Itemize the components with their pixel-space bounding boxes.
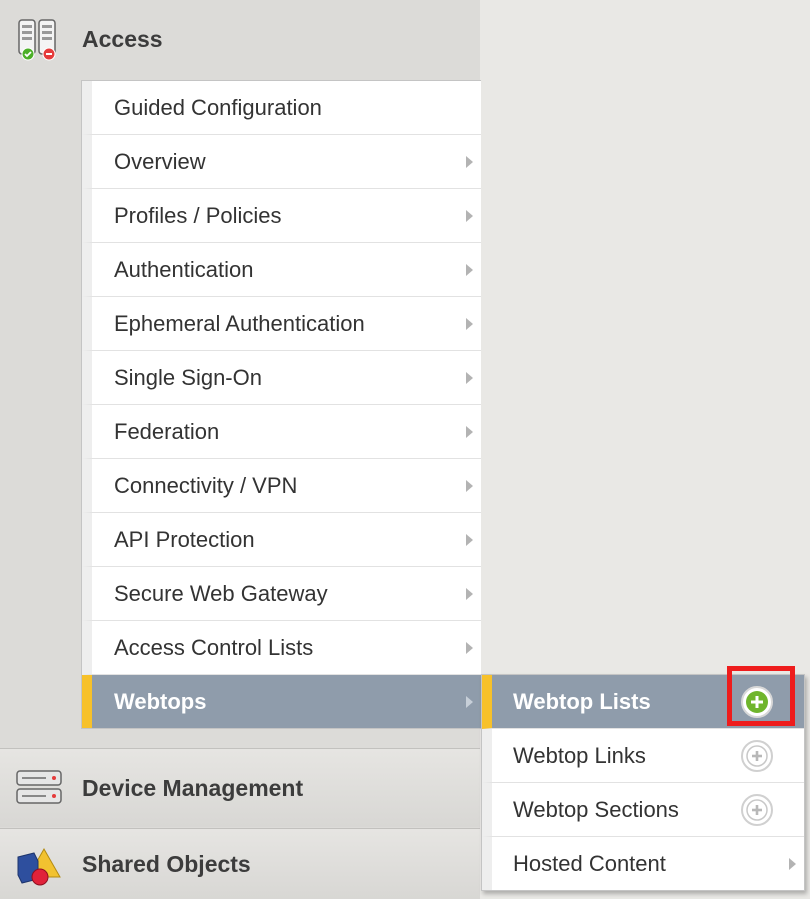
menu-item-secure-web-gateway[interactable]: Secure Web Gateway <box>82 567 481 621</box>
menu-item-ephemeral-authentication[interactable]: Ephemeral Authentication <box>82 297 481 351</box>
submenu-item-label: Webtop Links <box>513 742 646 768</box>
submenu-item-hosted-content[interactable]: Hosted Content <box>482 837 804 890</box>
section-access-label: Access <box>82 25 163 52</box>
menu-item-label: Secure Web Gateway <box>114 580 328 606</box>
menu-item-connectivity-vpn[interactable]: Connectivity / VPN <box>82 459 481 513</box>
menu-item-label: API Protection <box>114 526 255 552</box>
menu-item-label: Connectivity / VPN <box>114 472 298 498</box>
submenu-item-label: Webtop Sections <box>513 796 679 822</box>
menu-item-label: Webtops <box>114 688 207 714</box>
shared-objects-icon <box>17 847 61 886</box>
chevron-right-icon <box>466 371 473 384</box>
section-access[interactable]: Access <box>0 0 480 78</box>
submenu-item-webtop-sections[interactable]: Webtop Sections <box>482 783 804 837</box>
chevron-right-icon <box>466 479 473 492</box>
chevron-right-icon <box>466 641 473 654</box>
chevron-right-icon <box>466 587 473 600</box>
menu-item-label: Federation <box>114 418 220 444</box>
menu-item-api-protection[interactable]: API Protection <box>82 513 481 567</box>
menu-item-label: Ephemeral Authentication <box>114 310 365 336</box>
chevron-right-icon <box>466 695 473 708</box>
device-management-icon <box>16 770 62 804</box>
sidebar: Access Guided Configuration Overview Pro… <box>0 0 481 899</box>
submenu-item-webtop-lists[interactable]: Webtop Lists <box>482 666 804 729</box>
submenu-item-label: Webtop Lists <box>513 688 651 714</box>
chevron-right-icon <box>789 857 796 870</box>
menu-item-label: Single Sign-On <box>114 364 262 390</box>
chevron-right-icon <box>466 533 473 546</box>
chevron-right-icon <box>466 263 473 276</box>
webtops-submenu: Webtop Lists Webtop Links Webtop Section… <box>481 666 805 891</box>
submenu-item-label: Hosted Content <box>513 850 666 876</box>
chevron-right-icon <box>466 209 473 222</box>
menu-item-profiles-policies[interactable]: Profiles / Policies <box>82 189 481 243</box>
menu-item-label: Overview <box>114 148 206 174</box>
menu-item-label: Profiles / Policies <box>114 202 282 228</box>
add-icon[interactable] <box>740 685 774 719</box>
chevron-right-icon <box>466 155 473 168</box>
chevron-right-icon <box>466 317 473 330</box>
menu-item-single-sign-on[interactable]: Single Sign-On <box>82 351 481 405</box>
add-icon[interactable] <box>740 793 774 827</box>
menu-item-authentication[interactable]: Authentication <box>82 243 481 297</box>
menu-item-federation[interactable]: Federation <box>82 405 481 459</box>
section-shared-objects[interactable]: Shared Objects <box>0 828 480 899</box>
section-shared-objects-label: Shared Objects <box>82 850 251 877</box>
menu-item-webtops[interactable]: Webtops <box>82 675 481 728</box>
access-icon <box>18 19 56 61</box>
section-device-management[interactable]: Device Management <box>0 748 480 827</box>
menu-item-label: Access Control Lists <box>114 634 314 660</box>
section-device-management-label: Device Management <box>82 774 304 801</box>
access-menu: Guided Configuration Overview Profiles /… <box>81 80 481 729</box>
menu-item-label: Guided Configuration <box>114 94 322 120</box>
menu-item-guided-configuration[interactable]: Guided Configuration <box>82 81 481 135</box>
menu-item-access-control-lists[interactable]: Access Control Lists <box>82 621 481 675</box>
add-icon[interactable] <box>740 739 774 773</box>
submenu-item-webtop-links[interactable]: Webtop Links <box>482 729 804 783</box>
menu-item-label: Authentication <box>114 256 254 282</box>
menu-item-overview[interactable]: Overview <box>82 135 481 189</box>
chevron-right-icon <box>466 425 473 438</box>
